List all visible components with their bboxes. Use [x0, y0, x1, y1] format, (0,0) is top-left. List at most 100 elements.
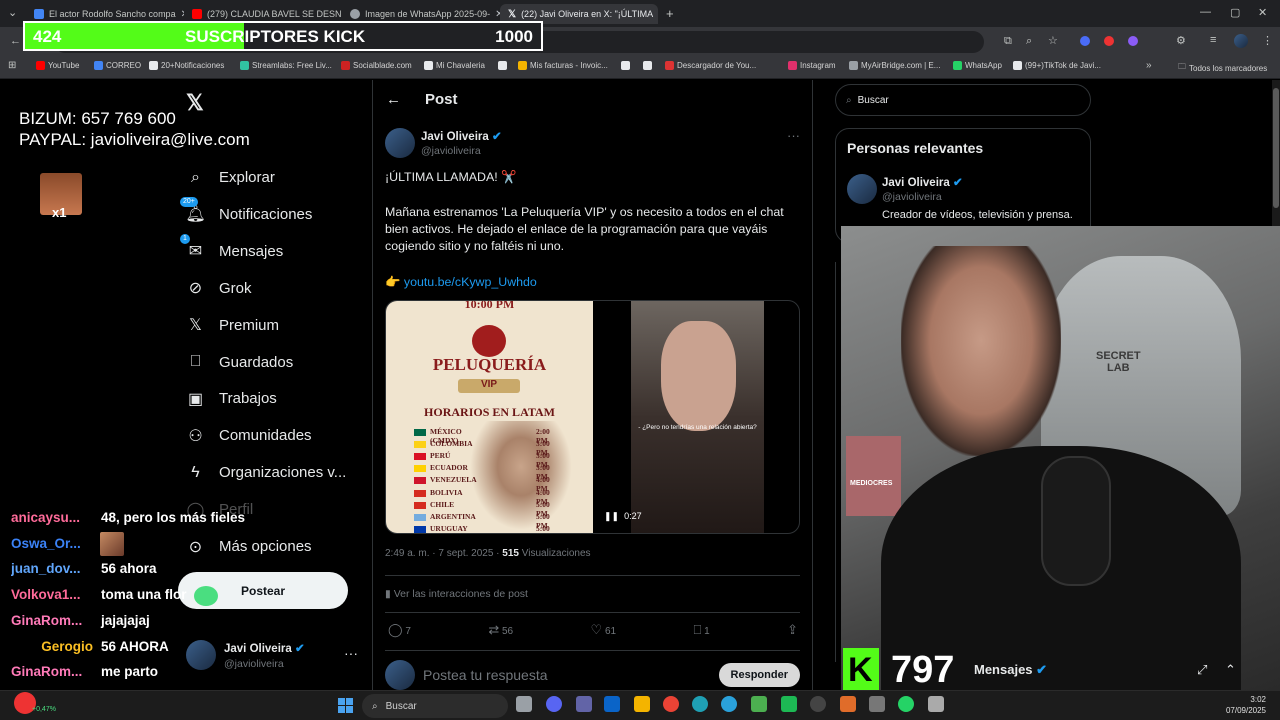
chat-text: 48, pero los más fieles: [101, 510, 246, 525]
menu-icon[interactable]: ⋮: [1262, 34, 1273, 47]
bookmark-favicon: [1013, 61, 1022, 70]
post-media[interactable]: 10:00 PM PELUQUERÍA VIP HORARIOS EN LATA…: [385, 300, 800, 534]
bookmark-item[interactable]: 20+Notificaciones: [149, 61, 224, 70]
new-tab-icon[interactable]: +: [666, 6, 674, 21]
bookmark-item[interactable]: Descargador de You...: [665, 61, 756, 70]
explorer-icon[interactable]: [634, 696, 650, 712]
bookmark-item[interactable]: Streamlabs: Free Liv...: [240, 61, 332, 70]
back-icon[interactable]: ←: [10, 35, 21, 47]
post-link[interactable]: youtu.be/cKywp_Uwhdo: [404, 275, 537, 289]
interactions-link[interactable]: ▮ Ver las interacciones de post: [385, 588, 528, 600]
account-avatar[interactable]: [186, 640, 216, 670]
scrollbar[interactable]: [1272, 80, 1280, 226]
people-icon: ⚇: [188, 427, 203, 445]
sidebar-item-label: Mensajes: [219, 242, 284, 260]
author-avatar[interactable]: [385, 128, 415, 158]
post-meta: 2:49 a. m. · 7 sept. 2025 · 515 Visualiz…: [385, 548, 591, 559]
collapse-icon[interactable]: ⌃: [1225, 662, 1236, 678]
share-icon[interactable]: ⇪: [787, 622, 798, 638]
outlook-icon[interactable]: [604, 696, 620, 712]
task-view-icon[interactable]: [516, 696, 532, 712]
apps-icon[interactable]: ⊞: [8, 60, 16, 71]
flag-icon: [414, 513, 426, 521]
bookmark-item[interactable]: [621, 61, 630, 70]
chrome-icon[interactable]: [663, 696, 679, 712]
bookmark-item[interactable]: [498, 61, 507, 70]
sidebar-item-más-opciones[interactable]: ⊙ Más opciones: [186, 537, 312, 556]
app-icon[interactable]: [840, 696, 856, 712]
sidebar-item-premium[interactable]: 𝕏 Premium: [186, 316, 279, 335]
interactions-label: Ver las interacciones de post: [393, 588, 528, 600]
windows-start-icon[interactable]: [338, 698, 353, 713]
telegram-icon[interactable]: [721, 696, 737, 712]
post-more-icon[interactable]: ···: [787, 128, 800, 143]
bookmark-item[interactable]: Mis facturas - Invoic...: [518, 61, 608, 70]
person-avatar[interactable]: [847, 174, 877, 204]
reply-input[interactable]: Postea tu respuesta: [423, 667, 719, 683]
bookmark-item[interactable]: YouTube: [36, 61, 79, 70]
screenshot-icon[interactable]: ⧉: [1004, 35, 1012, 48]
chat-message: Oswa_Or...: [11, 536, 101, 551]
reply-action[interactable]: ◯ 7: [388, 622, 411, 638]
app-icon[interactable]: [869, 696, 885, 712]
extensions-puzzle-icon[interactable]: ⚙: [1176, 34, 1186, 47]
bookmark-item[interactable]: Mi Chavaleria: [424, 61, 485, 70]
camtasia-icon[interactable]: [781, 696, 797, 712]
bookmark-item[interactable]: CORREO: [94, 61, 141, 70]
x-logo-icon[interactable]: 𝕏: [186, 90, 204, 116]
clock[interactable]: 3:02 07/09/2025: [1226, 694, 1266, 716]
close-window-icon[interactable]: ✕: [1258, 6, 1267, 19]
whatsapp-icon[interactable]: [898, 696, 914, 712]
scrollbar-thumb[interactable]: [1273, 88, 1279, 208]
bookmark-item[interactable]: MyAirBridge.com | E...: [849, 61, 940, 70]
poster-country: COLOMBIA: [430, 439, 473, 449]
browser-icon[interactable]: [751, 696, 767, 712]
person-name[interactable]: Javi Oliveira ✔: [882, 175, 963, 189]
bookmark-item[interactable]: Instagram: [788, 61, 836, 70]
sidebar-item-organizaciones-v[interactable]: ϟ Organizaciones v...: [186, 463, 346, 482]
sidebar-item-comunidades[interactable]: ⚇ Comunidades: [186, 426, 311, 445]
back-arrow-icon[interactable]: ←: [386, 91, 401, 108]
reply-button[interactable]: Responder: [718, 663, 800, 687]
star-icon[interactable]: ☆: [1048, 34, 1058, 47]
zoom-icon[interactable]: ⌕: [1026, 35, 1032, 48]
tab-search-icon[interactable]: ⌄: [8, 6, 17, 19]
account-more-icon[interactable]: ···: [344, 645, 358, 661]
bookmark-item[interactable]: WhatsApp: [953, 61, 1002, 70]
minimize-icon[interactable]: —: [1200, 6, 1211, 18]
teams-icon[interactable]: [576, 696, 592, 712]
sidebar-item-explorar[interactable]: ⌕ Explorar: [186, 168, 275, 187]
extension-icon[interactable]: [1080, 36, 1090, 46]
bookmark-label: YouTube: [48, 61, 80, 70]
profile-avatar[interactable]: [1234, 34, 1248, 48]
all-bookmarks[interactable]: 🗀 Todos los marcadores: [1178, 61, 1267, 75]
sidebar-item-notificaciones[interactable]: 🔔︎ 20+ Notificaciones: [180, 196, 312, 224]
compose-icon[interactable]: ⤢: [1197, 662, 1207, 678]
discord-icon[interactable]: [546, 696, 562, 712]
repost-action[interactable]: ⇄ 56: [488, 622, 513, 638]
sidebar-item-guardados[interactable]: ⎕ Guardados: [186, 353, 294, 372]
bookmark-item[interactable]: (99+)TikTok de Javi...: [1013, 61, 1101, 70]
sidebar-item-mensajes[interactable]: ✉ 1 Mensajes: [180, 233, 284, 261]
bookmark-item[interactable]: [643, 61, 652, 70]
pause-icon[interactable]: ❚❚: [604, 511, 619, 522]
search-input[interactable]: ⌕ Buscar: [835, 84, 1091, 116]
edge-icon[interactable]: [692, 696, 708, 712]
more-bookmarks-icon[interactable]: »: [1146, 60, 1152, 71]
tab-favicon: [34, 9, 44, 19]
video-thumbnail[interactable]: - ¿Pero no tendrías una relación abierta…: [631, 301, 764, 533]
bookmark-item[interactable]: Socialblade.com: [341, 61, 412, 70]
obs-icon[interactable]: [810, 696, 826, 712]
app-icon[interactable]: [928, 696, 944, 712]
like-action[interactable]: ♡ 61: [591, 622, 617, 638]
maximize-icon[interactable]: ▢: [1230, 6, 1240, 19]
author-name[interactable]: Javi Oliveira ✔: [421, 129, 502, 143]
taskbar-search[interactable]: ⌕ Buscar: [362, 694, 508, 718]
sidebar-icon[interactable]: ≡: [1210, 34, 1216, 46]
extension-icon[interactable]: [1128, 36, 1138, 46]
account-name[interactable]: Javi Oliveira ✔: [224, 641, 305, 655]
bookmark-action[interactable]: ⎕ 1: [694, 622, 710, 638]
sidebar-item-grok[interactable]: ⊘ Grok: [186, 279, 252, 298]
extension-icon[interactable]: [1104, 36, 1114, 46]
sidebar-item-trabajos[interactable]: ▣ Trabajos: [186, 389, 277, 408]
